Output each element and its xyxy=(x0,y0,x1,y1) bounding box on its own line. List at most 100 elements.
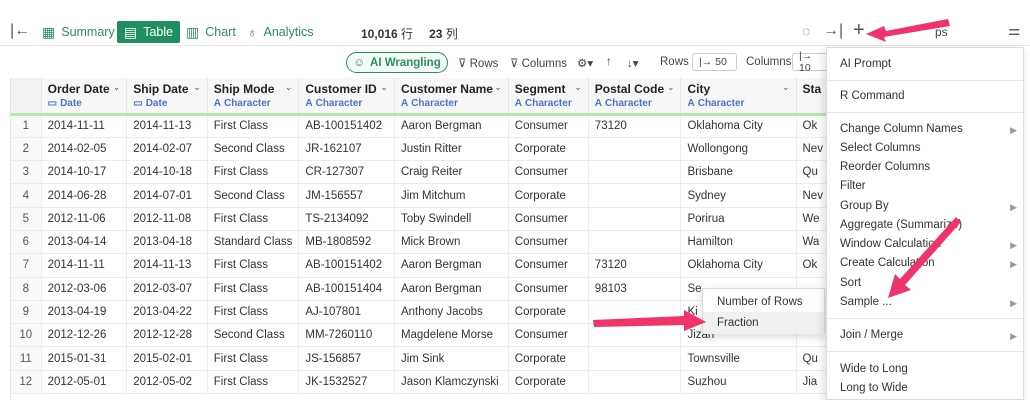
tab-summary[interactable]: ▦ Summary xyxy=(42,21,115,43)
tab-table[interactable]: ▤ Table xyxy=(117,21,181,43)
table-cell[interactable]: First Class xyxy=(207,277,300,301)
table-cell[interactable]: 73120 xyxy=(588,114,682,138)
chevron-down-icon[interactable]: ⌄ xyxy=(193,82,201,96)
table-cell[interactable]: Jim Mitchum xyxy=(394,183,509,208)
table-cell[interactable]: Corporate xyxy=(508,300,589,325)
table-cell[interactable]: JR-162107 xyxy=(298,137,395,162)
table-cell[interactable]: Corporate xyxy=(508,346,589,371)
table-cell[interactable]: 2012-05-01 xyxy=(41,370,128,395)
ai-wrangling-button[interactable]: ☺ AI Wrangling xyxy=(346,52,448,73)
table-cell[interactable]: AB-100151402 xyxy=(298,253,395,278)
table-cell[interactable]: AB-100151402 xyxy=(298,114,395,138)
table-row[interactable]: 6 2013-04-14 2013-04-18 Standard Class MB-18… xyxy=(11,230,830,255)
table-cell[interactable]: 2014-10-17 xyxy=(41,160,128,185)
table-cell[interactable] xyxy=(588,300,682,325)
table-cell[interactable]: Jim Sink xyxy=(394,346,509,371)
table-cell[interactable]: Qu xyxy=(796,346,830,371)
table-cell[interactable] xyxy=(588,346,682,371)
menu-item-window-calculation[interactable]: Window Calculation xyxy=(840,238,941,250)
table-cell[interactable]: First Class xyxy=(207,114,300,138)
menu-item-change-column-names[interactable]: Change Column Names xyxy=(840,123,963,135)
table-cell[interactable]: Consumer xyxy=(508,323,589,348)
table-row[interactable]: 11 2015-01-31 2015-02-01 First Class JS-1568… xyxy=(11,346,830,371)
table-cell[interactable] xyxy=(588,323,682,348)
table-cell[interactable]: First Class xyxy=(207,300,300,325)
rows-count-input[interactable]: |→ 50 xyxy=(692,53,737,71)
rows-filter-button[interactable]: ⊽ Rows xyxy=(458,56,498,70)
table-cell[interactable]: 2013-04-22 xyxy=(126,300,208,325)
column-header[interactable]: Postal Code ⌄ A Character xyxy=(588,78,682,116)
chevron-down-icon[interactable]: ⌄ xyxy=(494,82,502,96)
table-cell[interactable]: 73120 xyxy=(588,253,682,278)
table-cell[interactable]: 2012-03-07 xyxy=(126,277,208,301)
table-cell[interactable]: CR-127307 xyxy=(298,160,395,185)
table-cell[interactable]: Craig Reiter xyxy=(394,160,509,185)
expand-right-icon[interactable]: →| xyxy=(823,23,843,39)
table-cell[interactable]: 2014-11-13 xyxy=(126,114,208,138)
table-cell[interactable]: 2014-06-28 xyxy=(41,183,128,208)
table-row[interactable]: 5 2012-11-06 2012-11-08 First Class TS-21340… xyxy=(11,207,830,231)
table-cell[interactable]: TS-2134092 xyxy=(298,207,395,231)
menu-item-join-merge[interactable]: Join / Merge xyxy=(840,329,903,341)
table-cell[interactable]: JM-156557 xyxy=(298,183,395,208)
table-cell[interactable]: Oklahoma City xyxy=(680,114,797,138)
table-cell[interactable]: Ok xyxy=(796,253,830,278)
table-cell[interactable] xyxy=(588,160,682,185)
menu-item-r-command[interactable]: R Command xyxy=(840,90,905,102)
table-cell[interactable]: 2014-02-07 xyxy=(126,137,208,162)
table-cell[interactable]: Corporate xyxy=(508,370,589,395)
table-cell[interactable] xyxy=(588,230,682,255)
table-cell[interactable]: Second Class xyxy=(207,137,300,162)
table-cell[interactable]: 2014-10-18 xyxy=(126,160,208,185)
table-cell[interactable]: First Class xyxy=(207,346,300,371)
table-cell[interactable]: 2015-01-31 xyxy=(41,346,128,371)
table-row[interactable]: 3 2014-10-17 2014-10-18 First Class CR-12730… xyxy=(11,160,830,185)
chevron-down-icon[interactable]: ⌄ xyxy=(574,82,582,96)
gear-dropdown[interactable]: ⚙▾ xyxy=(577,56,593,70)
table-cell[interactable]: 2013-04-14 xyxy=(41,230,128,255)
settings-sliders-icon[interactable]: ⚌ xyxy=(1008,23,1021,37)
table-cell[interactable]: We xyxy=(796,207,830,231)
menu-item-create-calculation[interactable]: Create Calculation xyxy=(840,257,935,269)
table-cell[interactable]: Townsville xyxy=(680,346,797,371)
menu-item-ai-prompt[interactable]: AI Prompt xyxy=(840,58,891,70)
table-cell[interactable]: Aaron Bergman xyxy=(394,253,509,278)
table-cell[interactable]: 2013-04-18 xyxy=(126,230,208,255)
table-cell[interactable]: Consumer xyxy=(508,207,589,231)
column-header[interactable]: Order Date ⌄ ▭ Date xyxy=(41,78,128,116)
table-cell[interactable]: 2012-12-26 xyxy=(41,323,128,348)
menu-item-fraction[interactable]: Fraction xyxy=(703,312,824,334)
column-header[interactable]: Sta xyxy=(796,78,830,116)
table-cell[interactable]: 2012-12-28 xyxy=(126,323,208,348)
table-cell[interactable]: JS-156857 xyxy=(298,346,395,371)
chevron-down-icon[interactable]: ⌄ xyxy=(782,82,790,96)
table-cell[interactable]: Standard Class xyxy=(207,230,300,255)
table-cell[interactable]: Corporate xyxy=(508,183,589,208)
table-cell[interactable]: 98103 xyxy=(588,277,682,301)
sort-asc-icon[interactable]: ↑ xyxy=(606,56,612,68)
table-cell[interactable]: Wollongong xyxy=(680,137,797,162)
table-cell[interactable]: Magdelene Morse xyxy=(394,323,509,348)
menu-item-number-of-rows[interactable]: Number of Rows xyxy=(703,291,824,313)
table-cell[interactable]: AB-100151404 xyxy=(298,277,395,301)
tab-chart[interactable]: ▥ Chart xyxy=(186,21,236,43)
table-cell[interactable]: 2012-11-08 xyxy=(126,207,208,231)
columns-filter-button[interactable]: ⊽ Columns xyxy=(510,56,567,70)
table-cell[interactable]: MB-1808592 xyxy=(298,230,395,255)
table-row[interactable]: 4 2014-06-28 2014-07-01 Second Class JM-1565… xyxy=(11,183,830,208)
table-cell[interactable]: Anthony Jacobs xyxy=(394,300,509,325)
table-cell[interactable]: 2014-11-11 xyxy=(41,114,128,138)
table-cell[interactable]: 2012-03-06 xyxy=(41,277,128,301)
table-cell[interactable]: Second Class xyxy=(207,183,300,208)
table-cell[interactable] xyxy=(588,183,682,208)
table-cell[interactable]: 2013-04-19 xyxy=(41,300,128,325)
table-cell[interactable]: Second Class xyxy=(207,323,300,348)
menu-item-group-by[interactable]: Group By xyxy=(840,200,889,212)
table-cell[interactable]: JK-1532527 xyxy=(298,370,395,395)
menu-item-reorder-columns[interactable]: Reorder Columns xyxy=(840,161,930,173)
table-cell[interactable] xyxy=(588,137,682,162)
table-cell[interactable]: Ok xyxy=(796,114,830,138)
column-header[interactable]: Customer Name ⌄ A Character xyxy=(394,78,509,116)
menu-item-wide-to-long[interactable]: Wide to Long xyxy=(840,363,908,375)
table-cell[interactable]: First Class xyxy=(207,370,300,395)
